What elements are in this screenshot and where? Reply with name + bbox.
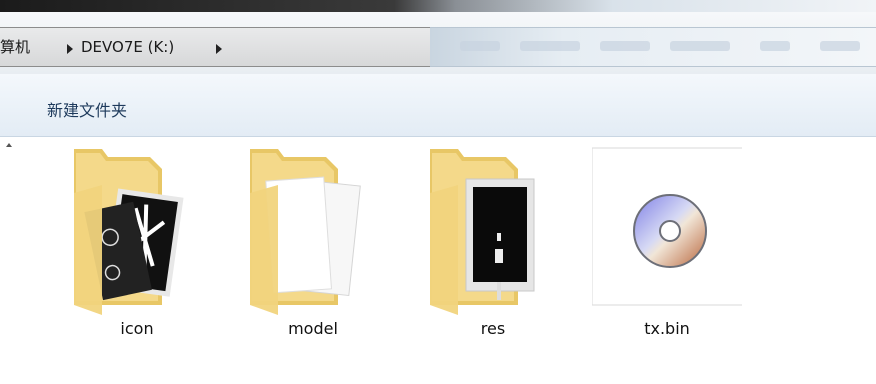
file-list-area: icon model res tx.bin bbox=[0, 137, 876, 384]
file-item-icon[interactable]: icon bbox=[62, 145, 212, 345]
search-area-blurred bbox=[430, 27, 876, 67]
file-name[interactable]: tx.bin bbox=[592, 319, 742, 338]
address-field[interactable]: 算机 DEVO7E (K:) bbox=[0, 27, 430, 67]
folder-icon bbox=[74, 149, 184, 315]
breadcrumb-drive[interactable]: DEVO7E (K:) bbox=[81, 39, 174, 55]
breadcrumb-separator-icon[interactable] bbox=[216, 44, 222, 54]
command-bar: 新建文件夹 bbox=[0, 74, 876, 137]
breadcrumb-computer[interactable]: 算机 bbox=[0, 39, 30, 55]
file-name[interactable]: res bbox=[418, 319, 568, 338]
scroll-up-icon[interactable] bbox=[6, 143, 12, 147]
disc-image-icon bbox=[592, 147, 742, 306]
window-top-strip bbox=[0, 0, 876, 12]
file-item-model[interactable]: model bbox=[238, 145, 388, 345]
file-item-tx-bin[interactable]: tx.bin bbox=[592, 145, 742, 345]
breadcrumb-separator-icon[interactable] bbox=[67, 44, 73, 54]
file-name[interactable]: model bbox=[238, 319, 388, 338]
file-name[interactable]: icon bbox=[62, 319, 212, 338]
new-folder-button[interactable]: 新建文件夹 bbox=[47, 97, 127, 121]
folder-icon bbox=[430, 149, 535, 315]
folder-icon bbox=[250, 149, 361, 315]
file-item-res[interactable]: res bbox=[418, 145, 568, 345]
address-bar: 算机 DEVO7E (K:) bbox=[0, 12, 876, 74]
